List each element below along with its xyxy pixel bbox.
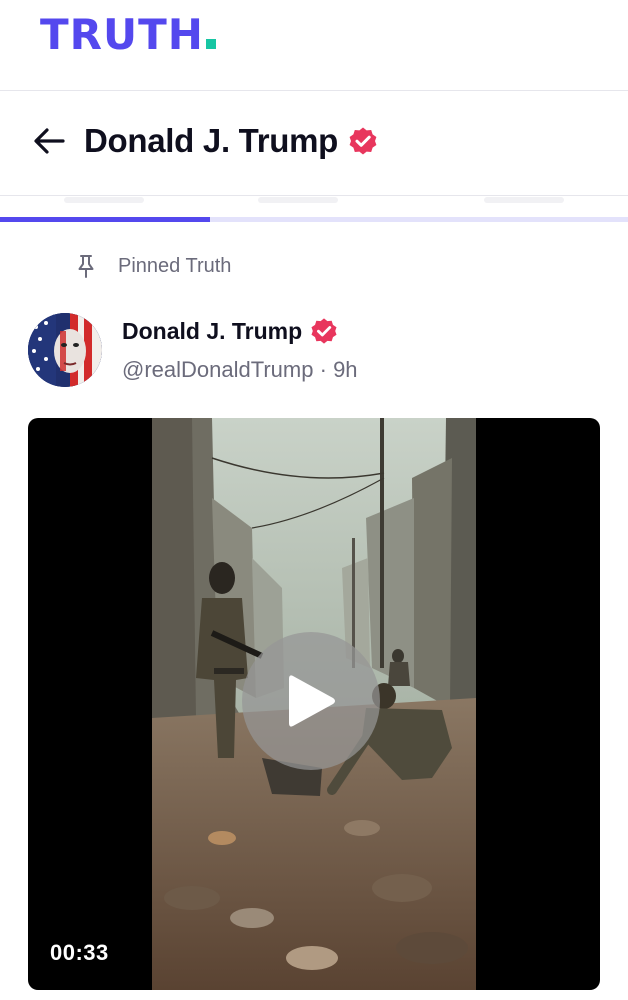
back-button[interactable] <box>28 120 70 162</box>
profile-tabs <box>0 197 628 225</box>
meta-separator: · <box>319 357 327 382</box>
author-meta: @realDonaldTrump · 9h <box>122 357 358 383</box>
page-title-text: Donald J. Trump <box>84 122 339 159</box>
arrow-left-icon <box>34 128 65 154</box>
video-player[interactable]: 00:33 <box>28 418 600 990</box>
play-button[interactable] <box>242 632 380 770</box>
avatar-image <box>28 313 102 387</box>
pinned-indicator: Pinned Truth <box>76 254 231 278</box>
page-title: Donald J. Trump <box>84 122 378 160</box>
profile-header: Donald J. Trump <box>0 92 628 196</box>
pin-icon <box>78 255 94 278</box>
logo-text: TRUTH <box>40 10 204 59</box>
logo-dot <box>205 39 216 49</box>
author-name[interactable]: Donald J. Trump <box>122 317 338 345</box>
tab-replies-remnant[interactable] <box>258 197 338 203</box>
truth-logo[interactable]: TRUTH <box>40 14 216 56</box>
video-duration: 00:33 <box>50 940 109 965</box>
top-bar: TRUTH <box>0 0 628 91</box>
verified-badge-icon <box>311 318 337 344</box>
tab-media-remnant[interactable] <box>484 197 564 203</box>
author-name-text: Donald J. Trump <box>122 317 303 344</box>
avatar[interactable] <box>28 313 102 387</box>
verified-badge-icon <box>349 127 377 155</box>
post-time[interactable]: 9h <box>333 357 357 382</box>
post-header: Donald J. Trump @realDonaldTrump · 9h <box>28 311 608 391</box>
tab-active-indicator <box>0 217 210 222</box>
author-handle[interactable]: @realDonaldTrump <box>122 357 313 382</box>
play-icon <box>289 675 335 727</box>
pinned-label: Pinned Truth <box>118 254 232 277</box>
tab-posts-remnant[interactable] <box>64 197 144 203</box>
